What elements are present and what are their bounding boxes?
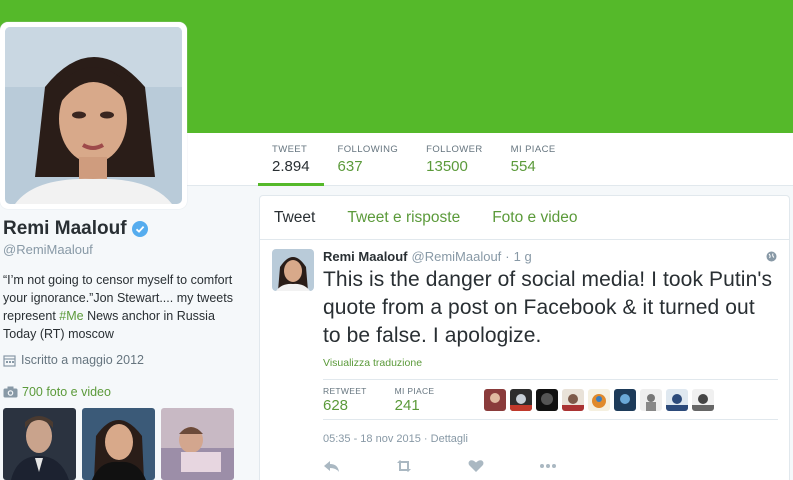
tweet-avatar[interactable] [272,249,314,291]
tweet-header: Remi Maalouf @RemiMaalouf · 1 g [323,249,777,264]
like-label: MI PIACE [394,385,435,396]
profile-bio: “I’m not going to censor myself to comfo… [3,271,243,343]
retweet-icon[interactable] [395,459,413,473]
profile-avatar[interactable] [0,22,187,209]
media-thumbnail[interactable] [82,408,155,480]
stat-value: 13500 [426,158,468,175]
more-options-icon[interactable] [539,459,557,473]
heart-icon[interactable] [467,459,485,473]
stat-followers[interactable]: FOLLOWER 13500 [412,133,497,186]
tweet-author-handle[interactable]: @RemiMaalouf [412,249,502,264]
like-count: 241 [394,396,420,414]
tweet-stats: RETWEET 628 MI PIACE 241 [323,379,778,420]
stat-value: 637 [337,158,363,175]
liker-avatar[interactable] [536,388,559,411]
liker-avatar[interactable] [562,388,585,411]
tweet-date[interactable]: 05:35 - 18 nov 2015 · Dettagli [323,433,777,445]
liker-avatar[interactable] [614,388,637,411]
timeline-panel: Tweet Tweet e risposte Foto e video Remi… [259,195,790,480]
stat-label: FOLLOWING [337,144,399,155]
profile-stats-nav: TWEET 2.894 FOLLOWING 637 FOLLOWER 13500… [258,133,570,186]
stat-value: 554 [510,158,536,175]
camera-icon [3,386,18,398]
media-thumbnail[interactable] [161,408,234,480]
stat-following[interactable]: FOLLOWING 637 [324,133,413,186]
profile-handle[interactable]: @RemiMaalouf [3,242,243,257]
tab-tweets-replies[interactable]: Tweet e risposte [347,209,460,227]
photos-videos-label: 700 foto e video [22,385,111,399]
liker-avatar[interactable] [692,388,715,411]
joined-date: Iscritto a maggio 2012 [3,353,243,367]
liker-avatar[interactable] [510,388,533,411]
stat-likes[interactable]: MI PIACE 554 [497,133,570,186]
tweet-author-name[interactable]: Remi Maalouf [323,249,408,264]
verified-badge-icon [131,221,148,237]
retweet-label: RETWEET [323,385,367,396]
tab-photos-videos[interactable]: Foto e video [492,209,577,227]
stat-value: 2.894 [272,158,310,175]
liker-avatars [484,388,715,411]
calendar-icon [3,354,16,367]
stat-tweets[interactable]: TWEET 2.894 [258,133,324,186]
photos-videos-link[interactable]: 700 foto e video [3,385,111,399]
reply-icon[interactable] [323,459,341,473]
stat-label: MI PIACE [510,144,556,155]
tweet-actions [323,459,777,473]
tweet-text: This is the danger of social media! I to… [323,268,773,347]
tab-tweets[interactable]: Tweet [274,209,315,227]
stat-label: TWEET [272,144,308,155]
liker-avatar[interactable] [588,388,611,411]
retweet-count: 628 [323,396,349,414]
like-stat[interactable]: MI PIACE 241 [395,386,435,414]
separator-dot: · [505,249,510,264]
joined-text: Iscritto a maggio 2012 [21,353,144,367]
tweet-item[interactable]: Remi Maalouf @RemiMaalouf · 1 g This is … [260,240,789,480]
liker-avatar[interactable] [640,388,663,411]
stat-label: FOLLOWER [426,144,483,155]
profile-name[interactable]: Remi Maalouf [3,218,127,240]
liker-avatar[interactable] [666,388,689,411]
tweet-timestamp[interactable]: 1 g [514,249,532,264]
profile-card: Remi Maalouf @RemiMaalouf “I’m not going… [3,218,243,367]
media-thumbnail[interactable] [3,408,76,480]
liker-avatar[interactable] [484,388,507,411]
bio-hashtag-link[interactable]: #Me [59,309,83,323]
retweet-stat[interactable]: RETWEET 628 [323,386,367,414]
avatar-image [5,27,182,204]
globe-icon[interactable] [766,251,777,262]
timeline-tabs: Tweet Tweet e risposte Foto e video [260,196,789,240]
view-translation-link[interactable]: Visualizza traduzione [323,357,422,369]
media-thumbnails [3,408,234,480]
